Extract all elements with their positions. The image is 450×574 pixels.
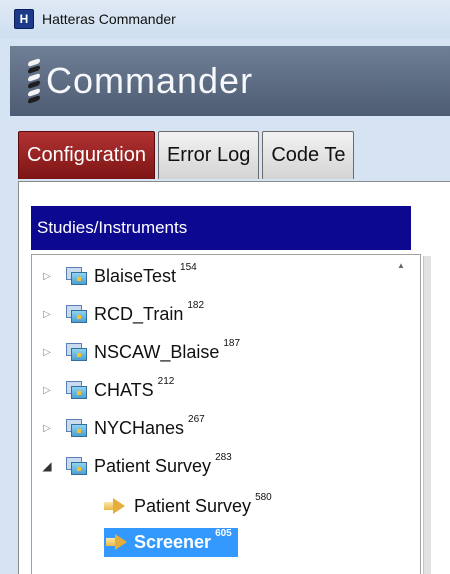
title-bar: H Hatteras Commander (0, 0, 450, 38)
dataset-icon (66, 381, 87, 399)
expand-arrow-icon[interactable]: ▷ (40, 271, 54, 282)
expand-arrow-icon[interactable]: ▷ (40, 347, 54, 358)
tree-item-nscaw-blaise[interactable]: ▷ NSCAW_Blaise 187 (40, 335, 246, 369)
tree-item-count: 182 (187, 299, 205, 311)
tree-item-screener[interactable]: Screener 605 (104, 525, 238, 559)
tree-item-label: RCD_Train (94, 303, 184, 324)
expand-arrow-icon[interactable]: ▷ (40, 309, 54, 320)
app-window: H Hatteras Commander Commander Configura… (0, 0, 450, 574)
expand-arrow-icon[interactable]: ▷ (40, 385, 54, 396)
header-banner: Commander (10, 46, 450, 116)
studies-tree[interactable]: ▲ ▷ BlaiseTest 154 ▷ RCD_Train 182 ▷ NSCAW… (31, 254, 421, 574)
dataset-icon (66, 457, 87, 475)
tab-error-log[interactable]: Error Log (157, 131, 260, 179)
tree-item-count: 605 (215, 527, 232, 539)
tree-item-count: 267 (188, 413, 205, 425)
tree-item-rcd-train[interactable]: ▷ RCD_Train 182 (40, 297, 210, 331)
configuration-panel: Studies/Instruments ▲ ▷ BlaiseTest 154 ▷ … (18, 181, 450, 574)
instrument-arrow-icon (104, 498, 126, 514)
tree-item-count: 580 (255, 491, 272, 503)
instrument-arrow-icon (106, 534, 128, 550)
tree-item-label: Patient Survey (94, 455, 212, 476)
panel-splitter[interactable] (423, 256, 431, 574)
tree-item-label: CHATS (94, 379, 154, 400)
dataset-icon (66, 419, 87, 437)
tab-configuration[interactable]: Configuration (18, 131, 155, 179)
dataset-icon (66, 305, 87, 323)
tree-item-blaisetest[interactable]: ▷ BlaiseTest 154 (40, 259, 203, 293)
tree-item-chats[interactable]: ▷ CHATS 212 (40, 373, 180, 407)
tree-item-nychanes[interactable]: ▷ NYCHanes 267 (40, 411, 211, 445)
tree-item-count: 187 (223, 337, 241, 349)
lighthouse-icon (28, 58, 42, 104)
tree-item-label: Screener (134, 531, 212, 552)
tab-code-te[interactable]: Code Te (262, 131, 355, 179)
tree-item-patient-survey[interactable]: ◢ Patient Survey 283 (40, 449, 238, 483)
tree-item-label: NYCHanes (94, 417, 185, 438)
collapse-arrow-icon[interactable]: ◢ (40, 459, 54, 473)
tree-item-count: 154 (180, 261, 197, 273)
tab-bar: Configuration Error Log Code Te (18, 131, 357, 181)
tree-item-label: NSCAW_Blaise (94, 341, 220, 362)
banner-title: Commander (46, 60, 254, 101)
tree-item-count: 283 (215, 451, 232, 463)
studies-instruments-header: Studies/Instruments (31, 206, 411, 250)
expand-arrow-icon[interactable]: ▷ (40, 423, 54, 434)
dataset-icon (66, 343, 87, 361)
tree-item-label: BlaiseTest (94, 265, 177, 286)
app-icon: H (14, 9, 34, 29)
tree-item-label: Patient Survey (134, 495, 252, 516)
scroll-up-arrow-icon[interactable]: ▲ (396, 261, 406, 271)
window-title: Hatteras Commander (42, 11, 176, 27)
dataset-icon (66, 267, 87, 285)
tree-item-patient-survey-instrument[interactable]: Patient Survey 580 (104, 489, 278, 523)
tree-item-count: 212 (157, 375, 175, 387)
